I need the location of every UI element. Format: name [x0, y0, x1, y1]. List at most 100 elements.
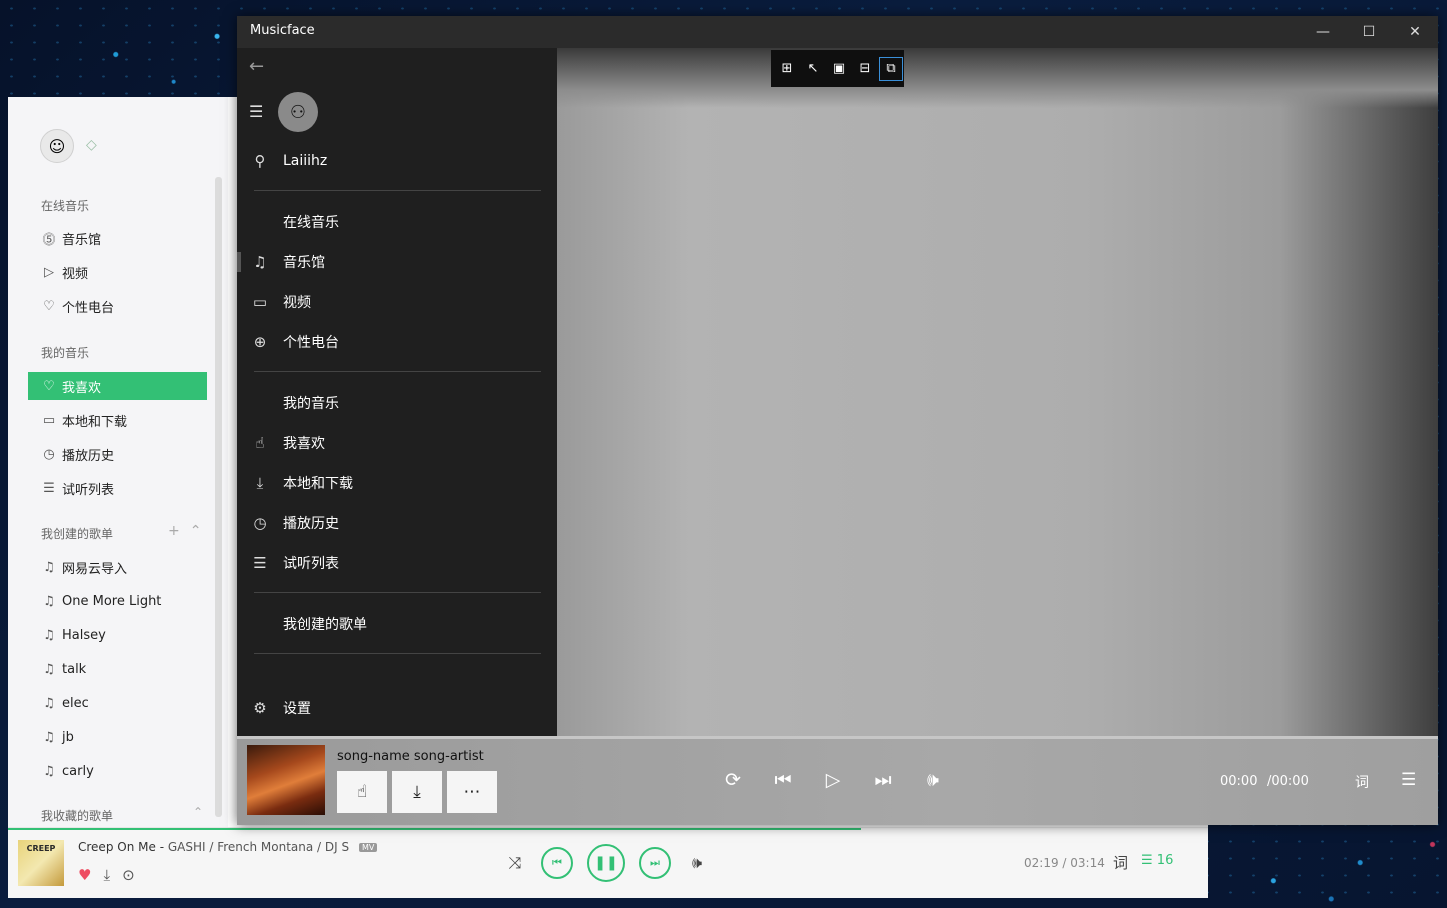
nav-item-radio[interactable]: ⊕ 个性电台	[237, 322, 557, 362]
user-avatar[interactable]: ☺	[40, 129, 74, 163]
back-item-radio[interactable]: ♡ 个性电台	[28, 292, 207, 320]
minimize-button[interactable]: —	[1300, 16, 1346, 48]
nav-header-created[interactable]: 我创建的歌单	[237, 604, 603, 644]
mv-badge[interactable]: MV	[358, 843, 378, 852]
sidebar-scrollbar[interactable]	[215, 177, 222, 817]
nav-item-liked[interactable]: ☝ 我喜欢	[237, 423, 557, 463]
queue-button[interactable]: ☰ 16	[1141, 853, 1173, 868]
back-sidebar: ☺ ◇ 在线音乐 ⓹ 音乐馆 ▷ 视频 ♡ 个性电台 我的音乐 ♡ 我喜欢 ▭ 本地和下载…	[8, 97, 228, 827]
download-button[interactable]: ⤓	[392, 771, 442, 813]
window-title: Musicface	[250, 23, 315, 38]
total-time: /00:00	[1267, 774, 1309, 789]
pause-button[interactable]: ❚❚	[587, 844, 625, 882]
back-item-history[interactable]: ◷ 播放历史	[28, 440, 207, 468]
lyrics-button[interactable]: 词	[1113, 852, 1128, 873]
back-player-bar: CREEP Creep On Me - GASHI / French Monta…	[8, 827, 1208, 898]
collapse-chevron-icon[interactable]: ⌃	[193, 805, 203, 819]
volume-icon[interactable]: 🕪	[685, 853, 709, 873]
nav-item-local[interactable]: ⤓ 本地和下载	[237, 463, 557, 503]
playlist-item[interactable]: ♫ One More Light	[28, 587, 207, 615]
next-track-icon[interactable]: ⏭	[871, 769, 895, 791]
vip-diamond-icon[interactable]: ◇	[86, 137, 97, 153]
heart-icon: ♡	[43, 378, 55, 394]
nav-item-settings[interactable]: ⚙ 设置	[237, 688, 557, 728]
next-button[interactable]: ⏭	[639, 847, 671, 879]
section-created-playlists: 我创建的歌单	[41, 527, 114, 541]
nav-item-user[interactable]: ⚲ Laiiihz	[237, 141, 557, 181]
current-time: 00:00	[1220, 774, 1258, 789]
music-note-icon: ♫	[43, 661, 55, 677]
previous-track-icon[interactable]: ⏮	[771, 769, 795, 791]
playlist-icon: ☰	[253, 554, 267, 572]
separator	[254, 371, 541, 372]
back-item-music-hall[interactable]: ⓹ 音乐馆	[28, 224, 207, 252]
add-playlist-icon[interactable]: +⌃	[168, 523, 211, 539]
repeat-icon[interactable]: ⟳	[721, 769, 745, 791]
user-avatar-large[interactable]: ⚇	[278, 92, 318, 132]
playlist-item[interactable]: ♫ Halsey	[28, 621, 207, 649]
nav-item-music-hall[interactable]: ♫ 音乐馆	[237, 242, 557, 282]
maximize-button[interactable]: ☐	[1346, 16, 1392, 48]
select-element-icon[interactable]: ⊞	[776, 58, 798, 80]
nav-item-video[interactable]: ▭ 视频	[237, 282, 557, 322]
clock-icon: ◷	[43, 446, 55, 462]
playlist-item[interactable]: ♫ talk	[28, 655, 207, 683]
player-bar: song-name song-artist ☝ ⤓ ⋯ ⟳ ⏮ ▷ ⏭ 🕪 00…	[237, 736, 1438, 825]
radio-heart-icon: ♡	[43, 298, 55, 314]
playback-time: 02:19 / 03:14	[1024, 856, 1105, 870]
song-artists[interactable]: GASHI / French Montana / DJ S	[168, 840, 349, 854]
song-action-buttons: ☝ ⤓ ⋯	[337, 771, 497, 813]
playlist-item[interactable]: ♫ elec	[28, 689, 207, 717]
section-collected-playlists: 我收藏的歌单	[41, 809, 114, 823]
separator	[254, 653, 541, 654]
gear-icon: ⚙	[253, 699, 267, 717]
back-item-trial-list[interactable]: ☰ 试听列表	[28, 474, 207, 502]
download-icon[interactable]: ⤓	[103, 866, 110, 884]
music-note-icon: ♫	[43, 729, 55, 745]
shuffle-icon[interactable]: ⤨	[503, 853, 527, 873]
back-item-video[interactable]: ▷ 视频	[28, 258, 207, 286]
thumbs-up-icon: ☝	[255, 434, 265, 452]
playlist-item[interactable]: ♫ carly	[28, 757, 207, 785]
queue-icon: ☰	[1141, 853, 1153, 868]
video-icon: ▷	[44, 264, 54, 280]
window-controls: — ☐ ✕	[1300, 16, 1438, 48]
back-item-liked[interactable]: ♡ 我喜欢	[28, 372, 207, 400]
section-online-music: 在线音乐	[41, 199, 90, 213]
lyrics-button[interactable]: 词	[1355, 772, 1369, 792]
frame-icon[interactable]: ▣	[828, 58, 850, 80]
pointer-icon[interactable]: ↖	[802, 58, 824, 80]
trial-list-icon: ☰	[43, 480, 55, 496]
queue-list-icon[interactable]: ☰	[1401, 770, 1416, 790]
back-item-local[interactable]: ▭ 本地和下载	[28, 406, 207, 434]
tree-icon[interactable]: ⊟	[854, 58, 876, 80]
nav-header-online: 在线音乐	[283, 215, 339, 231]
close-button[interactable]: ✕	[1392, 16, 1438, 48]
music-note-icon: ♫	[43, 627, 55, 643]
playback-controls: ⟳ ⏮ ▷ ⏭ 🕪	[721, 769, 945, 791]
now-playing-info: Creep On Me - GASHI / French Montana / D…	[78, 840, 378, 854]
comment-icon[interactable]: ⊙	[122, 866, 135, 884]
like-heart-icon[interactable]: ♥	[78, 866, 91, 884]
song-title[interactable]: Creep On Me	[78, 840, 156, 854]
playlist-item[interactable]: ♫ jb	[28, 723, 207, 751]
main-content	[557, 48, 1438, 736]
album-art[interactable]	[247, 745, 325, 815]
video-camera-icon: ▭	[252, 293, 268, 311]
hamburger-menu-icon[interactable]: ☰	[249, 102, 263, 121]
more-button[interactable]: ⋯	[447, 771, 497, 813]
nav-item-history[interactable]: ◷ 播放历史	[237, 503, 557, 543]
like-button[interactable]: ☝	[337, 771, 387, 813]
album-cover[interactable]: CREEP	[18, 840, 64, 886]
play-icon[interactable]: ▷	[821, 769, 845, 791]
title-bar[interactable]: Musicface — ☐ ✕	[237, 16, 1438, 48]
previous-button[interactable]: ⏮	[541, 847, 573, 879]
back-arrow-icon[interactable]: ←	[249, 56, 264, 77]
person-icon: ⚲	[254, 152, 266, 170]
playback-progress[interactable]	[8, 828, 861, 830]
playlist-item[interactable]: ♫ 网易云导入	[28, 553, 207, 581]
inspect-icon[interactable]: ⧉	[879, 56, 903, 81]
volume-icon[interactable]: 🕪	[921, 769, 945, 791]
nav-header-my-music: 我的音乐	[283, 396, 339, 412]
nav-item-trial-list[interactable]: ☰ 试听列表	[237, 543, 557, 583]
